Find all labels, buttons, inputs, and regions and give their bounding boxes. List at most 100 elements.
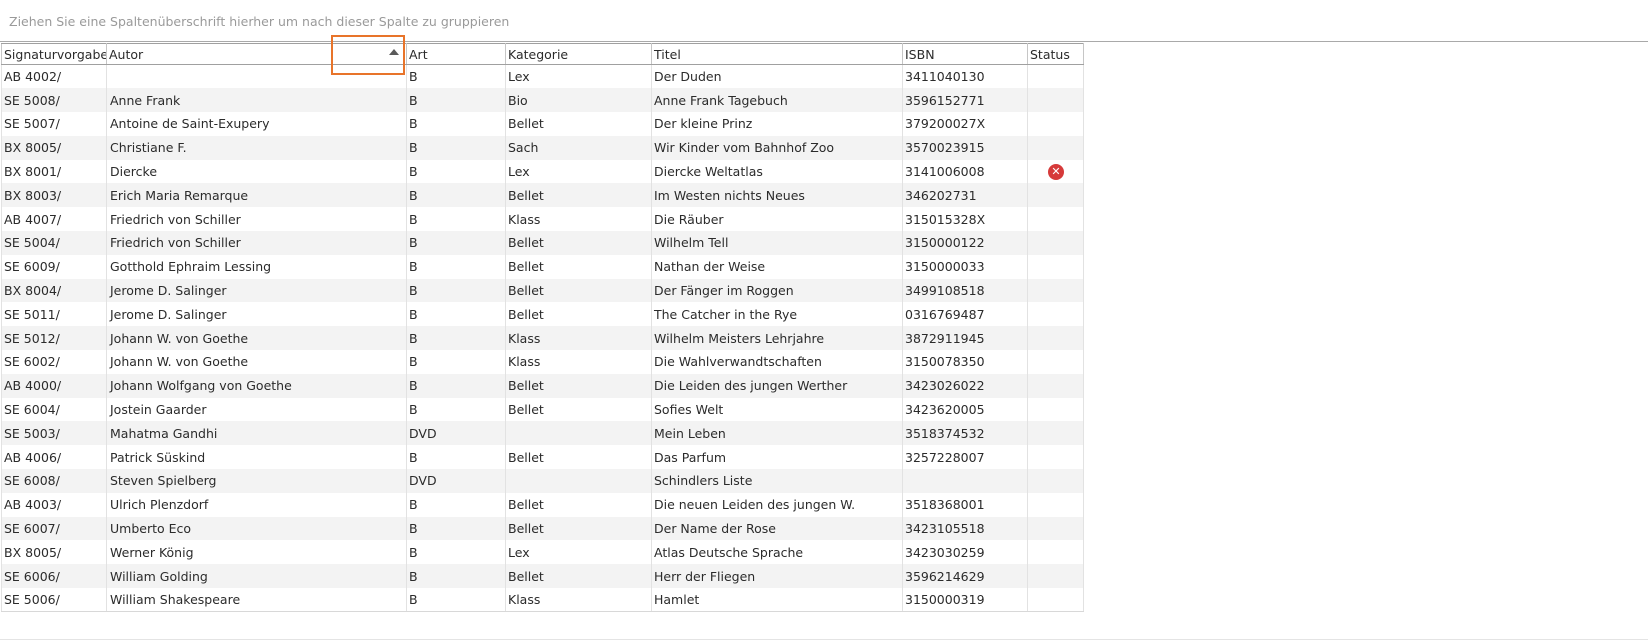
cell-art[interactable]: B [406, 88, 506, 113]
cell-status[interactable] [1027, 278, 1084, 303]
cell-autor[interactable]: Jerome D. Salinger [106, 302, 407, 327]
cell-kategorie[interactable]: Bellet [505, 492, 652, 517]
cell-art[interactable]: B [406, 302, 506, 327]
cell-autor[interactable]: Erich Maria Remarque [106, 183, 407, 208]
table-row[interactable]: SE 6002/Johann W. von Goethe B Klass Die Wa… [1, 350, 1084, 374]
cell-status[interactable] [1027, 326, 1084, 351]
cell-status[interactable] [1027, 183, 1084, 208]
table-row[interactable]: SE 5006/William Shakespeare B Klass Hamlet 3… [1, 588, 1084, 613]
cell-autor[interactable]: Ulrich Plenzdorf [106, 492, 407, 517]
cell-status[interactable] [1027, 397, 1084, 422]
table-row[interactable]: SE 6009/Gotthold Ephraim Lessing B Bellet N… [1, 254, 1084, 279]
cell-isbn[interactable]: 3150000319 [902, 588, 1028, 613]
cell-kategorie[interactable]: Bellet [505, 254, 652, 279]
cell-titel[interactable]: Der Fänger im Roggen [651, 278, 903, 303]
cell-autor[interactable]: Antoine de Saint-Exupery [106, 112, 407, 136]
cell-status[interactable] [1027, 231, 1084, 255]
table-row[interactable]: BX 8003/Erich Maria Remarque B Bellet Im We… [1, 183, 1084, 208]
column-header-isbn[interactable]: ISBN [902, 43, 1028, 65]
cell-isbn[interactable]: 3423620005 [902, 397, 1028, 422]
cell-titel[interactable]: The Catcher in the Rye [651, 302, 903, 327]
cell-titel[interactable]: Im Westen nichts Neues [651, 183, 903, 208]
cell-signaturvorgabe[interactable]: BX 8005/ [1, 540, 107, 565]
cell-titel[interactable]: Die Räuber [651, 207, 903, 232]
cell-signaturvorgabe[interactable]: AB 4007/ [1, 207, 107, 232]
cell-isbn[interactable]: 3499108518 [902, 278, 1028, 303]
cell-titel[interactable]: Anne Frank Tagebuch [651, 88, 903, 113]
cell-titel[interactable]: Mein Leben [651, 421, 903, 446]
cell-titel[interactable]: Nathan der Weise [651, 254, 903, 279]
cell-titel[interactable]: Herr der Fliegen [651, 564, 903, 589]
cell-titel[interactable]: Die neuen Leiden des jungen W. [651, 492, 903, 517]
cell-art[interactable]: B [406, 254, 506, 279]
cell-titel[interactable]: Die Wahlverwandtschaften [651, 350, 903, 374]
cell-status[interactable] [1027, 469, 1084, 493]
cell-isbn[interactable]: 3150078350 [902, 350, 1028, 374]
cell-isbn[interactable]: 0316769487 [902, 302, 1028, 327]
cell-autor[interactable]: Jostein Gaarder [106, 397, 407, 422]
cell-kategorie[interactable]: Lex [505, 540, 652, 565]
cell-isbn[interactable]: 379200027X [902, 112, 1028, 136]
cell-kategorie[interactable]: Klass [505, 350, 652, 374]
cell-kategorie[interactable]: Bellet [505, 516, 652, 541]
cell-signaturvorgabe[interactable]: BX 8004/ [1, 278, 107, 303]
table-row[interactable]: BX 8005/Werner König B Lex Atlas Deutsche S… [1, 540, 1084, 565]
table-row[interactable]: AB 4007/Friedrich von Schiller B Klass Die … [1, 207, 1084, 232]
cell-kategorie[interactable]: Bellet [505, 397, 652, 422]
cell-isbn[interactable]: 3518374532 [902, 421, 1028, 446]
cell-isbn[interactable]: 3423030259 [902, 540, 1028, 565]
cell-autor[interactable]: Johann W. von Goethe [106, 326, 407, 351]
cell-isbn[interactable]: 3150000033 [902, 254, 1028, 279]
cell-isbn[interactable]: 315015328X [902, 207, 1028, 232]
cell-signaturvorgabe[interactable]: BX 8001/ [1, 159, 107, 184]
cell-kategorie[interactable]: Bellet [505, 183, 652, 208]
table-row[interactable]: SE 5012/Johann W. von Goethe B Klass Wilhel… [1, 326, 1084, 351]
cell-status[interactable] [1027, 492, 1084, 517]
cell-autor[interactable]: Johann Wolfgang von Goethe [106, 373, 407, 398]
cell-kategorie[interactable]: Lex [505, 64, 652, 89]
cell-art[interactable]: B [406, 112, 506, 136]
cell-titel[interactable]: Wir Kinder vom Bahnhof Zoo [651, 135, 903, 160]
cell-autor[interactable]: Gotthold Ephraim Lessing [106, 254, 407, 279]
cell-titel[interactable]: Der Name der Rose [651, 516, 903, 541]
cell-isbn[interactable]: 3141006008 [902, 159, 1028, 184]
table-row[interactable]: AB 4002/B Lex Der Duden 3411040130 [1, 64, 1084, 89]
table-row[interactable]: SE 6008/Steven Spielberg DVD Schindlers Li… [1, 469, 1084, 493]
cell-status[interactable] [1027, 207, 1084, 232]
cell-art[interactable]: B [406, 183, 506, 208]
cell-autor[interactable] [106, 64, 407, 89]
cell-autor[interactable]: Friedrich von Schiller [106, 207, 407, 232]
cell-signaturvorgabe[interactable]: SE 5006/ [1, 588, 107, 613]
cell-art[interactable]: B [406, 445, 506, 470]
column-header-signaturvorgabe[interactable]: Signaturvorgabe [1, 43, 107, 65]
table-row[interactable]: AB 4003/Ulrich Plenzdorf B Bellet Die neuen… [1, 492, 1084, 517]
cell-autor[interactable]: Johann W. von Goethe [106, 350, 407, 374]
cell-autor[interactable]: Jerome D. Salinger [106, 278, 407, 303]
cell-autor[interactable]: Umberto Eco [106, 516, 407, 541]
cell-status[interactable] [1027, 564, 1084, 589]
cell-signaturvorgabe[interactable]: SE 6008/ [1, 469, 107, 493]
cell-art[interactable]: B [406, 278, 506, 303]
cell-isbn[interactable]: 3423105518 [902, 516, 1028, 541]
cell-titel[interactable]: Der Duden [651, 64, 903, 89]
cell-signaturvorgabe[interactable]: SE 6002/ [1, 350, 107, 374]
cell-art[interactable]: B [406, 540, 506, 565]
cell-signaturvorgabe[interactable]: SE 5003/ [1, 421, 107, 446]
cell-status[interactable] [1027, 135, 1084, 160]
cell-art[interactable]: B [406, 350, 506, 374]
cell-status[interactable] [1027, 540, 1084, 565]
cell-titel[interactable]: Wilhelm Meisters Lehrjahre [651, 326, 903, 351]
cell-isbn[interactable]: 3518368001 [902, 492, 1028, 517]
cell-isbn[interactable]: 3411040130 [902, 64, 1028, 89]
cell-titel[interactable]: Das Parfum [651, 445, 903, 470]
cell-isbn[interactable]: 3423026022 [902, 373, 1028, 398]
cell-isbn[interactable]: 3872911945 [902, 326, 1028, 351]
cell-isbn[interactable]: 3596152771 [902, 88, 1028, 113]
cell-status[interactable] [1027, 373, 1084, 398]
cell-signaturvorgabe[interactable]: SE 6004/ [1, 397, 107, 422]
table-row[interactable]: BX 8004/Jerome D. Salinger B Bellet Der Fän… [1, 278, 1084, 303]
cell-signaturvorgabe[interactable]: SE 5007/ [1, 112, 107, 136]
cell-autor[interactable]: Patrick Süskind [106, 445, 407, 470]
cell-art[interactable]: B [406, 516, 506, 541]
cell-autor[interactable]: Werner König [106, 540, 407, 565]
